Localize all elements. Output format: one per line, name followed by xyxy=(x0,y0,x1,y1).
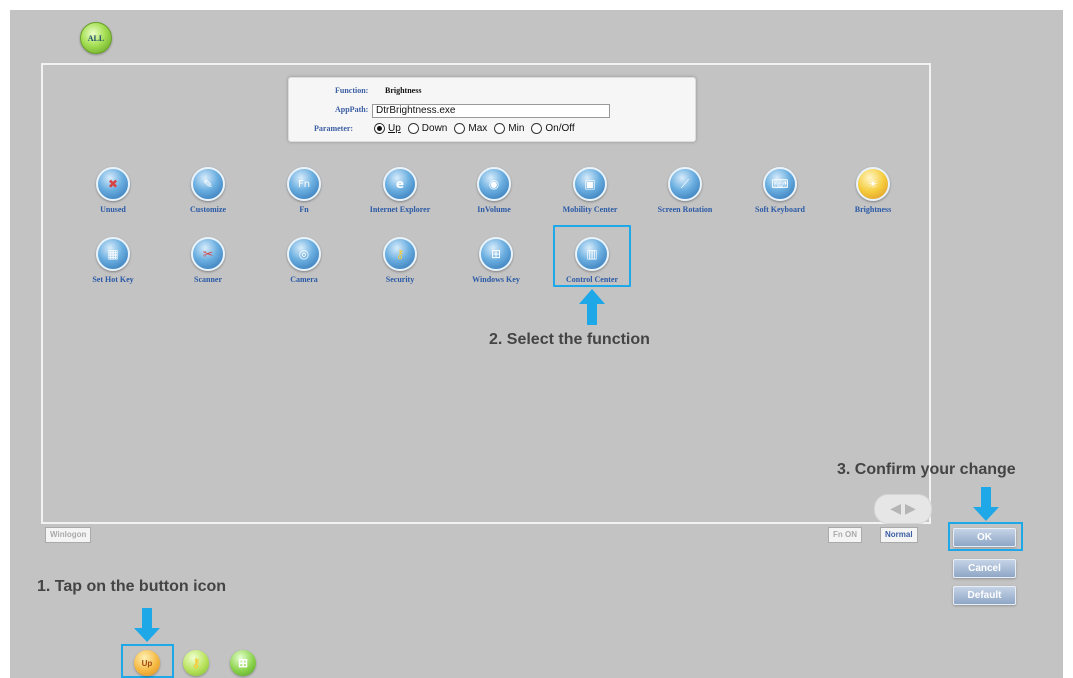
arrow-down-icon xyxy=(973,487,999,521)
function-label: Fn xyxy=(299,205,309,214)
function-label: Unused xyxy=(100,205,126,214)
brightness-icon: ☀ xyxy=(856,167,890,201)
ok-button[interactable]: OK xyxy=(953,528,1016,547)
param-max[interactable]: Max xyxy=(454,123,487,134)
customize-icon: ✎ xyxy=(191,167,225,201)
param-onoff-label: On/Off xyxy=(545,123,575,134)
function-unused[interactable]: ✖ Unused xyxy=(73,167,153,214)
function-label: Soft Keyboard xyxy=(755,205,805,214)
fn-icon: Fn xyxy=(287,167,321,201)
function-screen-rotation[interactable]: ⟋ Screen Rotation xyxy=(640,167,730,214)
function-label: InVolume xyxy=(477,205,511,214)
prev-arrow-icon[interactable]: ◀ xyxy=(890,501,901,518)
function-soft-keyboard[interactable]: ⌨ Soft Keyboard xyxy=(735,167,825,214)
parameter-options: Up Down Max Min On/Off xyxy=(374,123,575,134)
radio-up[interactable] xyxy=(374,123,385,134)
set-hot-key-icon: ▦ xyxy=(96,237,130,271)
param-max-label: Max xyxy=(468,123,488,134)
function-internet-explorer[interactable]: e Internet Explorer xyxy=(350,167,450,214)
function-label: Brightness xyxy=(854,205,892,214)
function-label: Function: xyxy=(335,86,369,95)
next-arrow-icon[interactable]: ▶ xyxy=(905,501,916,518)
radio-down[interactable] xyxy=(407,123,419,134)
internet-explorer-icon: e xyxy=(383,167,417,201)
function-label: Security xyxy=(385,275,415,284)
param-down[interactable]: Down xyxy=(407,123,448,134)
up-button-icon[interactable]: Up xyxy=(134,650,160,676)
apppath-field[interactable]: DtrBrightness.exe xyxy=(372,104,610,118)
winlogon-button[interactable]: Winlogon xyxy=(45,527,92,543)
unused-icon: ✖ xyxy=(96,167,130,201)
param-min[interactable]: Min xyxy=(494,123,524,134)
security-button-icon[interactable]: ⚷ xyxy=(183,650,209,676)
fn-on-button[interactable]: Fn ON xyxy=(828,527,862,543)
step1-caption: 1. Tap on the button icon xyxy=(37,578,227,595)
all-buttons-icon[interactable]: ALL xyxy=(80,22,112,54)
step3-caption: 3. Confirm your change xyxy=(837,461,1016,478)
page-nav[interactable]: ◀ ▶ xyxy=(874,494,932,524)
function-label: Scanner xyxy=(194,275,222,284)
radio-min[interactable] xyxy=(494,123,506,134)
soft-keyboard-icon: ⌨ xyxy=(763,167,797,201)
volume-icon: ◉ xyxy=(477,167,511,201)
function-scanner[interactable]: ✂ Scanner xyxy=(168,237,248,284)
security-icon: ⚷ xyxy=(383,237,417,271)
all-label: ALL xyxy=(87,33,105,43)
function-mobility-center[interactable]: ▣ Mobility Center xyxy=(545,167,635,214)
function-label: Windows Key xyxy=(472,275,520,284)
function-windows-key[interactable]: ⊞ Windows Key xyxy=(456,237,536,284)
windows-key-icon: ⊞ xyxy=(479,237,513,271)
default-button[interactable]: Default xyxy=(953,586,1016,605)
windows-button-icon[interactable]: ⊞ xyxy=(230,650,256,676)
apppath-label: AppPath: xyxy=(335,105,369,114)
radio-onoff[interactable] xyxy=(531,123,543,134)
control-center-highlight xyxy=(553,225,631,287)
function-involume[interactable]: ◉ InVolume xyxy=(454,167,534,214)
mobility-center-icon: ▣ xyxy=(573,167,607,201)
function-security[interactable]: ⚷ Security xyxy=(360,237,440,284)
arrow-down-icon xyxy=(134,608,160,642)
param-up-label: Up xyxy=(388,123,401,134)
parameter-label: Parameter: xyxy=(314,124,354,133)
param-down-label: Down xyxy=(421,123,448,134)
function-label: Set Hot Key xyxy=(92,275,134,284)
radio-max[interactable] xyxy=(454,123,466,134)
param-min-label: Min xyxy=(508,123,525,134)
screen-rotation-icon: ⟋ xyxy=(668,167,702,201)
param-onoff[interactable]: On/Off xyxy=(531,123,575,134)
function-label: Mobility Center xyxy=(562,205,618,214)
function-label: Internet Explorer xyxy=(369,205,431,214)
function-customize[interactable]: ✎ Customize xyxy=(168,167,248,214)
function-fn[interactable]: Fn Fn xyxy=(264,167,344,214)
function-label: Camera xyxy=(290,275,318,284)
camera-icon: ◎ xyxy=(287,237,321,271)
function-camera[interactable]: ◎ Camera xyxy=(264,237,344,284)
step2-caption: 2. Select the function xyxy=(489,331,650,348)
arrow-up-icon xyxy=(579,289,605,325)
function-info-box: Function: Brightness AppPath: DtrBrightn… xyxy=(288,77,696,142)
param-up[interactable]: Up xyxy=(374,123,401,134)
scanner-icon: ✂ xyxy=(191,237,225,271)
function-set-hot-key[interactable]: ▦ Set Hot Key xyxy=(73,237,153,284)
normal-button[interactable]: Normal xyxy=(880,527,918,543)
function-label: Customize xyxy=(190,205,226,214)
cancel-button[interactable]: Cancel xyxy=(953,559,1016,578)
function-brightness[interactable]: ☀ Brightness xyxy=(833,167,913,214)
function-value: Brightness xyxy=(385,86,422,95)
function-label: Screen Rotation xyxy=(657,205,713,214)
